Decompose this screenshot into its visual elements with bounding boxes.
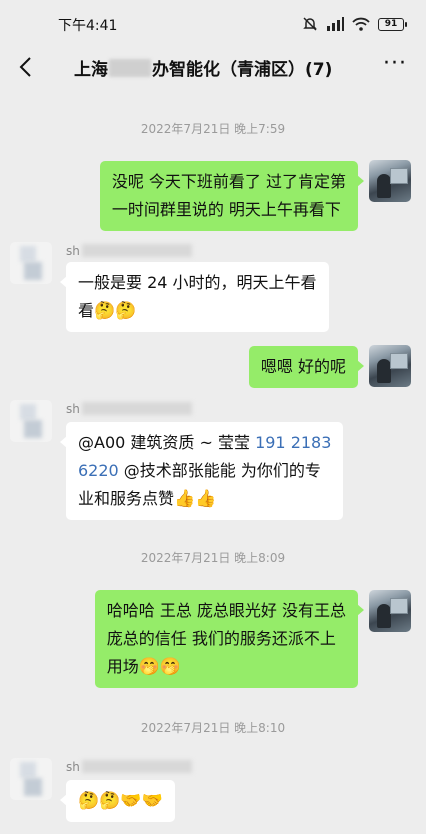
chat-title: 上海 办智能化（青浦区）(7) (74, 55, 332, 80)
hand-over-mouth-emoji: 🤭🤭 (138, 657, 182, 677)
status-bar: 下午4:41 91 (0, 0, 426, 48)
message-bubble[interactable]: 一般是要 24 小时的，明天上午看 看🤔🤔 (60, 262, 329, 332)
status-icons: 91 (302, 16, 407, 32)
message-bubble[interactable]: 没呢 今天下班前看了 过了肯定第 一时间群里说的 明天上午再看下 (99, 161, 365, 231)
message-bubble[interactable]: 哈哈哈 王总 庞总眼光好 没有王总 庞总的信任 我们的服务还派不上 用场🤭🤭 (94, 590, 365, 688)
message-bubble[interactable]: @A00 建筑资质 ~ 莹莹 191 2183 6220 @技术部张能能 为你们… (59, 422, 344, 520)
emoji-text: 🤔🤔🤝🤝 (78, 791, 163, 811)
chat-title-suffix: 办智能化（青浦区）(7) (152, 60, 333, 80)
sender-name-text: sh (66, 760, 80, 774)
redacted-patch (81, 244, 192, 257)
message-text: 业和服务点赞 (78, 489, 175, 508)
status-time: 下午4:41 (58, 18, 118, 34)
avatar[interactable] (369, 590, 411, 632)
thumbs-up-emoji: 👍👍 (174, 489, 217, 509)
signal-icon (327, 17, 344, 31)
message-text: 一般是要 24 小时的，明天上午看 (78, 273, 317, 292)
message-text: 看 (78, 301, 95, 320)
more-icon[interactable]: ··· (382, 53, 408, 80)
timestamp: 2022年7月21日 晚上8:10 (140, 721, 286, 735)
avatar[interactable] (369, 160, 411, 202)
message-text: 哈哈哈 王总 庞总眼光好 没有王总 (106, 601, 346, 620)
back-arrow-icon[interactable] (14, 54, 40, 80)
sender-name-text: sh (66, 402, 80, 416)
message-text: 看🤔🤔 (78, 297, 317, 325)
message-text: 嗯嗯 好的呢 (260, 357, 346, 376)
phone-link[interactable]: 6220 (78, 461, 119, 480)
sender-name-text: sh (66, 244, 80, 258)
chat-header: 上海 办智能化（青浦区）(7) ··· (0, 48, 426, 88)
phone-link[interactable]: 191 2183 (255, 433, 331, 452)
avatar[interactable] (10, 400, 52, 442)
message-text: 用场 (106, 657, 139, 676)
message-text: 业和服务点赞👍👍 (78, 485, 331, 513)
sender-name: sh (66, 402, 192, 416)
redacted-patch (109, 59, 151, 77)
message-text: @A00 建筑资质 ~ 莹莹 191 2183 (78, 429, 331, 457)
chat-title-prefix: 上海 (74, 60, 108, 80)
avatar[interactable] (369, 345, 411, 387)
message-text: 一时间群里说的 明天上午再看下 (111, 200, 341, 219)
message-text: @技术部张能能 为你们的专 (118, 461, 321, 480)
redacted-patch (81, 402, 192, 415)
message-text: @A00 建筑资质 ~ 莹莹 (78, 433, 256, 452)
message-bubble[interactable]: 🤔🤔🤝🤝 (60, 780, 175, 822)
message-text: 6220 @技术部张能能 为你们的专 (78, 457, 331, 485)
sender-name: sh (66, 760, 192, 774)
message-text: 没呢 今天下班前看了 过了肯定第 (111, 172, 346, 191)
avatar[interactable] (10, 242, 52, 284)
mute-bell-icon (303, 17, 317, 31)
redacted-patch (81, 760, 192, 773)
message-text: 庞总的信任 我们的服务还派不上 (106, 629, 336, 648)
message-bubble[interactable]: 嗯嗯 好的呢 (248, 346, 365, 388)
message-text: 用场🤭🤭 (107, 653, 346, 681)
wifi-icon (352, 17, 370, 31)
battery-icon: 91 (378, 17, 407, 31)
timestamp: 2022年7月21日 晚上7:59 (140, 122, 286, 136)
timestamp: 2022年7月21日 晚上8:09 (140, 551, 286, 565)
avatar[interactable] (10, 758, 52, 800)
thinking-face-emoji: 🤔🤔 (94, 301, 137, 321)
sender-name: sh (66, 244, 192, 258)
